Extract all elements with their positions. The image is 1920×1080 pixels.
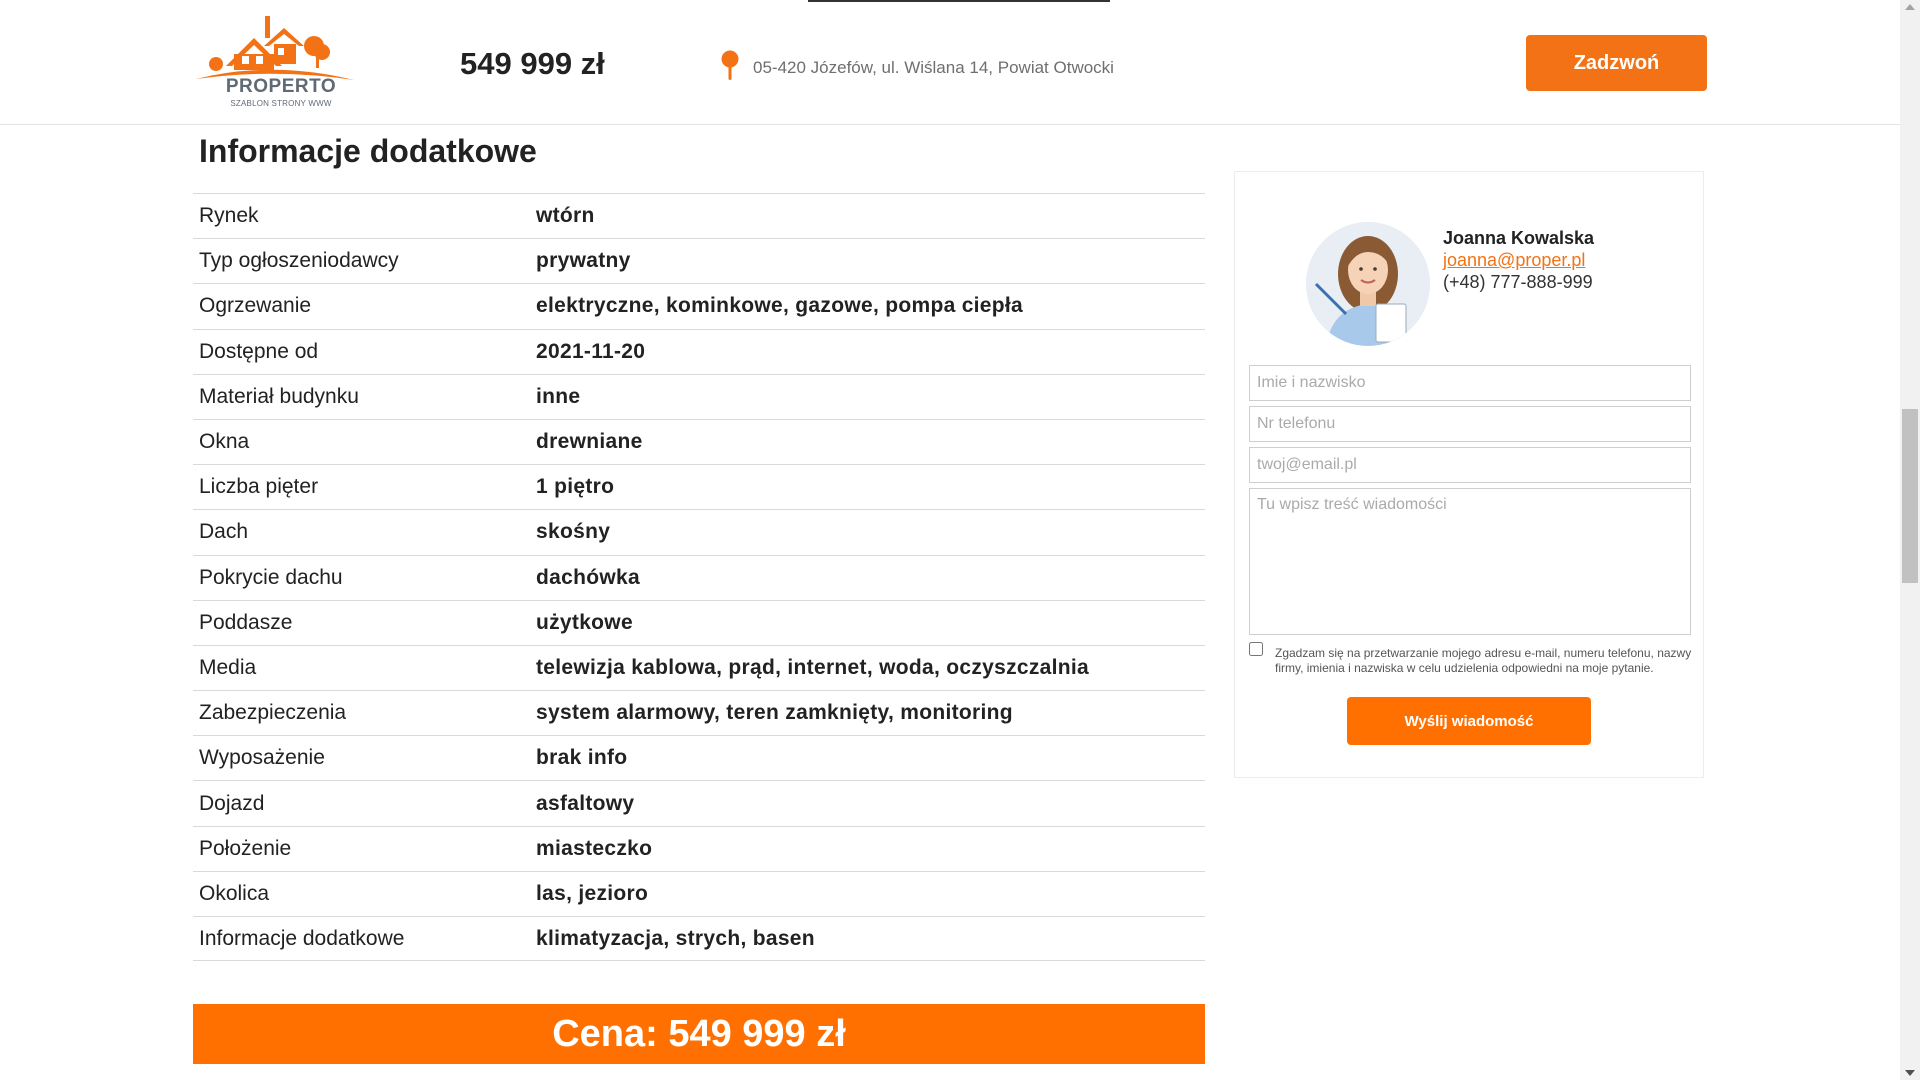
detail-row: Materiał budynku inne [193,373,1205,419]
detail-value: drewniane [536,430,643,454]
properto-logo[interactable]: PROPERTO SZABLON STRONY WWW [192,12,362,112]
top-header: PROPERTO SZABLON STRONY WWW 549 999 zł 0… [0,0,1900,125]
detail-value: brak info [536,746,628,770]
detail-label: Okolica [199,881,270,905]
consent-checkbox[interactable] [1249,642,1263,656]
email-input[interactable] [1249,447,1691,483]
detail-label: Materiał budynku [199,384,359,408]
detail-label: Typ ogłoszeniodawcy [199,249,399,273]
detail-label: Wyposażenie [199,746,325,770]
detail-label: Dojazd [199,791,265,815]
detail-value: asfaltowy [536,791,635,815]
detail-row: Typ ogłoszeniodawcy prywatny [193,238,1205,283]
message-textarea[interactable] [1249,488,1691,635]
map-pin-icon [721,50,739,80]
detail-row: Poddasze użytkowe [193,599,1205,645]
detail-row: Liczba pięter 1 piętro [193,464,1205,509]
detail-row: Dojazd asfaltowy [193,780,1205,825]
detail-row: Okna drewniane [193,418,1205,464]
detail-label: Rynek [199,204,259,228]
detail-label: Ogrzewanie [199,294,312,318]
detail-value: dachówka [536,565,640,589]
logo-tagline: SZABLON STRONY WWW [230,99,332,108]
price-banner: Cena: 549 999 zł [193,1004,1205,1064]
detail-row: Położenie miasteczko [193,825,1205,871]
agent-name: Joanna Kowalska [1443,228,1595,248]
detail-value: elektryczne, kominkowe, gazowe, pompa ci… [536,294,1024,318]
property-address: 05-420 Józefów, ul. Wiślana 14, Powiat O… [753,58,1114,77]
detail-label: Położenie [199,836,292,860]
detail-value: miasteczko [536,836,653,860]
scroll-thumb[interactable] [1902,409,1918,583]
detail-row: Dach skośny [193,509,1205,554]
section-title: Informacje dodatkowe [199,133,537,169]
detail-label: Okna [199,430,250,454]
agent-email-link[interactable]: joanna@proper.pl [1443,250,1585,271]
detail-row: Media telewizja kablowa, prąd, internet, … [193,644,1205,690]
detail-row: Ogrzewanie elektryczne, kominkowe, gazowe… [193,283,1205,328]
agent-contact-card: Joanna Kowalska joanna@proper.pl (+48) 7… [1234,171,1704,778]
detail-row: Rynek wtórn [193,193,1205,238]
detail-row: Informacje dodatkowe klimatyzacja, strych… [193,916,1205,962]
detail-label: Dostępne od [199,339,319,363]
detail-value: inne [536,384,581,408]
detail-label: Informacje dodatkowe [199,926,405,950]
agent-photo [1306,222,1430,346]
page-scrollbar[interactable] [1900,0,1920,1080]
detail-value: wtórn [536,204,595,228]
call-button[interactable]: Zadzwoń [1526,35,1707,91]
details-table: Rynek wtórn Typ ogłoszeniodawcy prywatny Ogr… [193,193,1205,962]
phone-input[interactable] [1249,406,1691,442]
scroll-up-arrow-icon[interactable] [1905,4,1915,10]
detail-label: Liczba pięter [199,475,319,499]
agent-phone: (+48) 777-888-999 [1443,272,1593,292]
detail-label: Poddasze [199,610,293,634]
consent-text: Zgadzam się na przetwarzanie mojego adre… [1275,646,1692,675]
detail-value: skośny [536,520,611,544]
detail-value: system alarmowy, teren zamknięty, monito… [536,701,1013,725]
detail-value: las, jezioro [536,881,649,905]
send-message-button[interactable]: Wyślij wiadomość [1347,697,1591,745]
detail-row: Okolica las, jezioro [193,870,1205,916]
agent-avatar [1306,222,1430,346]
detail-row: Zabezpieczenia system alarmowy, teren zam… [193,690,1205,735]
detail-row: Pokrycie dachu dachówka [193,554,1205,600]
name-input[interactable] [1249,365,1691,401]
detail-value: 1 piętro [536,475,615,499]
scroll-down-arrow-icon[interactable] [1905,1070,1915,1076]
detail-value: użytkowe [536,610,633,634]
detail-label: Zabezpieczenia [199,701,347,725]
detail-label: Pokrycie dachu [199,565,343,589]
logo-name: PROPERTO [225,76,337,97]
detail-value: prywatny [536,249,631,273]
header-top-line [808,0,1110,2]
detail-row: Dostępne od 2021-11-20 [193,328,1205,374]
detail-value: telewizja kablowa, prąd, internet, woda,… [536,655,1090,679]
detail-value: 2021-11-20 [536,339,646,363]
detail-label: Media [199,655,257,679]
detail-row: Wyposażenie brak info [193,735,1205,780]
detail-value: klimatyzacja, strych, basen [536,926,815,950]
header-price: 549 999 zł [460,46,605,81]
detail-label: Dach [199,520,249,544]
